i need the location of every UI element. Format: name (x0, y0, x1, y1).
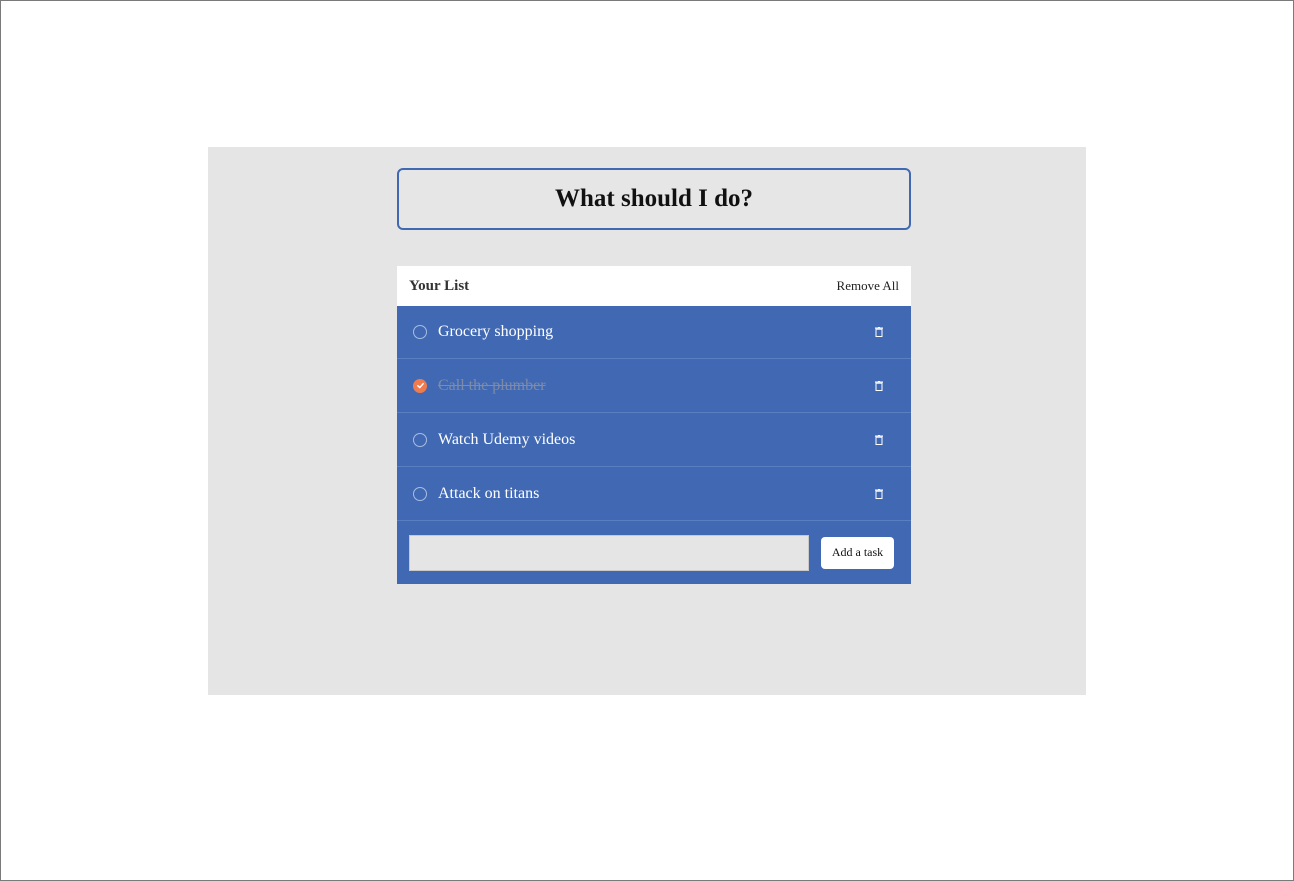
task-checkbox-checked[interactable] (413, 378, 427, 393)
title-box: What should I do? (397, 168, 911, 230)
task-row: Watch Udemy videos (397, 413, 911, 467)
task-label: Grocery shopping (438, 323, 554, 340)
add-task-button[interactable]: Add a task (821, 536, 894, 569)
list-heading: Your List (409, 277, 470, 294)
trash-icon[interactable] (875, 327, 883, 337)
task-list-card: Your List Remove All Grocery shopping Ca… (397, 266, 911, 584)
task-checkbox[interactable] (413, 486, 427, 501)
task-row: Grocery shopping (397, 306, 911, 359)
list-header: Your List Remove All (397, 266, 911, 306)
trash-icon[interactable] (875, 380, 883, 391)
task-row: Attack on titans (397, 467, 911, 521)
trash-icon[interactable] (875, 488, 883, 499)
task-label: Attack on titans (438, 484, 540, 502)
task-row: Call the plumber (397, 359, 911, 413)
task-label: Watch Udemy videos (438, 430, 576, 448)
task-checkbox[interactable] (413, 432, 427, 447)
trash-icon[interactable] (875, 434, 883, 445)
add-task-row: Add a task (397, 521, 911, 584)
remove-all-button[interactable]: Remove All (837, 278, 899, 294)
page-title: What should I do? (555, 185, 753, 212)
check-icon (416, 382, 424, 389)
task-list: Grocery shopping Call the plumber Watch … (397, 306, 911, 584)
task-label: Call the plumber (438, 376, 546, 394)
app-panel: What should I do? Your List Remove All G… (208, 147, 1086, 695)
new-task-input[interactable] (409, 534, 809, 571)
task-checkbox[interactable] (413, 325, 427, 339)
